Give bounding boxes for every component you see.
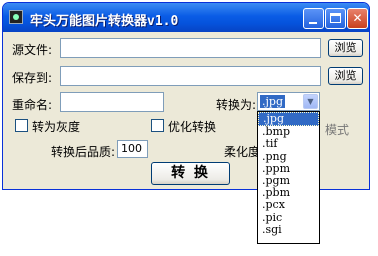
rename-label: 重命名: [12, 98, 53, 112]
convert-to-label: 转换为: [216, 98, 257, 112]
format-option[interactable]: .pic [258, 211, 319, 224]
quality-input[interactable]: 100 [117, 140, 148, 158]
grayscale-label: 转为灰度 [32, 120, 81, 134]
format-option[interactable]: .jpg [258, 112, 319, 127]
grayscale-checkbox[interactable] [15, 119, 28, 132]
optimize-checkbox[interactable] [151, 119, 164, 132]
close-button[interactable]: ✕ [347, 8, 368, 29]
browse-source-button[interactable]: 浏览 [328, 39, 363, 57]
maximize-icon [330, 13, 341, 23]
save-label: 保存到: [12, 71, 53, 85]
mode-label: 模式 [325, 123, 350, 137]
title-bar[interactable]: 牢头万能图片转换器v1.0 ✕ [3, 3, 369, 32]
browse-save-button[interactable]: 浏览 [328, 67, 363, 85]
format-dropdown-list[interactable]: .jpg .bmp .tif .png .ppm .pgm .pbm .pcx … [257, 111, 320, 244]
format-option[interactable]: .png [258, 150, 319, 163]
rename-input[interactable] [60, 92, 164, 112]
format-option[interactable]: .pcx [258, 199, 319, 211]
optimize-label: 优化转换 [168, 120, 217, 134]
minimize-button[interactable] [303, 8, 324, 29]
soften-label: 柔化度 [224, 145, 261, 159]
save-path-input[interactable] [60, 66, 321, 86]
format-option[interactable]: .sgi [258, 223, 319, 236]
app-icon [9, 10, 23, 24]
source-label: 源文件: [12, 43, 53, 57]
maximize-button[interactable] [325, 8, 346, 29]
format-option[interactable]: .tif [258, 138, 319, 150]
source-file-input[interactable] [60, 38, 321, 58]
quality-label: 转换后品质: [51, 145, 116, 159]
minimize-icon [309, 22, 317, 24]
chevron-down-icon[interactable]: ▼ [303, 94, 318, 109]
format-select[interactable]: .jpg ▼ [257, 92, 320, 111]
window-title: 牢头万能图片转换器v1.0 [30, 14, 179, 29]
format-selected-value: .jpg [260, 95, 285, 108]
convert-button[interactable]: 转 换 [151, 162, 230, 185]
